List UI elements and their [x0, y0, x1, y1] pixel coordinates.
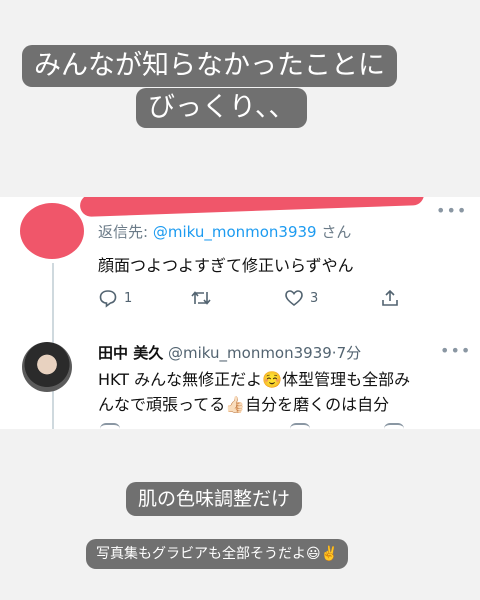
caption-bottom-sub: 写真集もグラビアも全部そうだよ😃✌️ — [86, 539, 349, 569]
reply-count: 1 — [124, 290, 133, 306]
caption-top-line2: びっくり、、 — [136, 88, 308, 128]
reply-to-suffix: さん — [316, 223, 352, 241]
reply-tweet-actions: 1 3 — [98, 288, 408, 312]
share-icon — [382, 289, 398, 306]
like-count: 3 — [310, 290, 319, 306]
like-button[interactable]: 3 — [284, 288, 318, 308]
author-handle[interactable]: @miku_monmon3939 — [168, 344, 332, 362]
tweet-text-line2: んなで頑張ってる👍🏻自分を磨くのは自分 — [98, 395, 390, 414]
share-icon — [384, 423, 404, 429]
redaction-mark-name — [79, 197, 425, 217]
caption-top-line1: みんなが知らなかったことに — [22, 45, 397, 87]
redaction-mark-avatar — [20, 203, 84, 259]
reply-icon — [100, 423, 120, 429]
tweet-text-line1: HKT みんな無修正だよ☺️体型管理も全部み — [98, 370, 411, 389]
avatar[interactable] — [22, 342, 72, 392]
heart-icon — [290, 423, 310, 429]
retweet-button[interactable] — [190, 288, 212, 308]
more-icon[interactable]: ••• — [440, 341, 471, 360]
share-button[interactable] — [380, 288, 400, 308]
retweet-icon — [191, 291, 211, 305]
reply-tweet-text: 顔面つよつよすぎて修正いらずやん — [98, 256, 354, 275]
tweet-card: ••• 返信先: @miku_monmon3939 さん 顔面つよつよすぎて修正… — [0, 197, 480, 429]
display-name[interactable]: 田中 美久 — [98, 344, 163, 362]
tweet-time: ·7分 — [331, 344, 362, 362]
caption-bottom-main: 肌の色味調整だけ — [126, 482, 303, 516]
reply-button[interactable]: 1 — [98, 288, 132, 308]
heart-icon — [285, 290, 303, 307]
tweet-author-row: 田中 美久 @miku_monmon3939·7分 — [98, 342, 361, 363]
reply-to-line: 返信先: @miku_monmon3939 さん — [98, 221, 351, 242]
more-icon[interactable]: ••• — [436, 201, 467, 220]
reply-to-label: 返信先: — [98, 223, 153, 241]
reply-icon — [99, 290, 117, 308]
reply-to-handle[interactable]: @miku_monmon3939 — [153, 223, 317, 241]
